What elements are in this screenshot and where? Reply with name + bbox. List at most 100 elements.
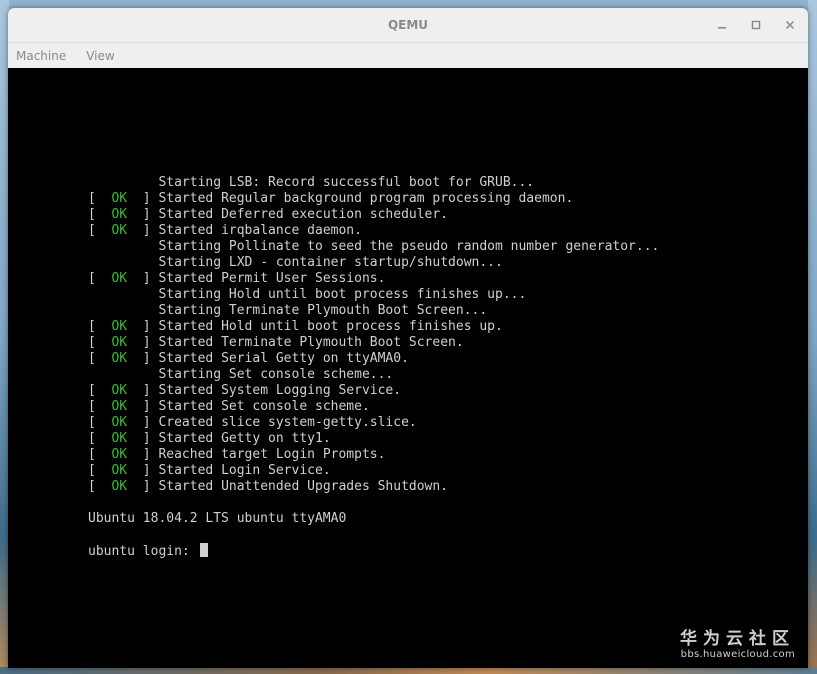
status-prefix	[88, 239, 158, 254]
status-prefix	[88, 367, 158, 382]
minimize-button[interactable]	[714, 17, 730, 33]
console-line: Starting Terminate Plymouth Boot Screen.…	[88, 303, 659, 319]
console-line: [ OK ] Started Regular background progra…	[88, 191, 659, 207]
status-ok: OK	[111, 223, 128, 238]
window-controls	[714, 8, 798, 42]
text-cursor[interactable]	[199, 543, 208, 557]
console-line-text: Starting LXD - container startup/shutdow…	[158, 255, 503, 270]
status-ok: OK	[111, 191, 128, 206]
status-prefix: [ OK ]	[88, 223, 159, 238]
close-button[interactable]	[782, 17, 798, 33]
status-prefix: [ OK ]	[88, 319, 159, 334]
console-line: [ OK ] Created slice system-getty.slice.	[88, 415, 659, 431]
console-line-text: Starting Pollinate to seed the pseudo ra…	[158, 239, 660, 254]
status-prefix: [ OK ]	[88, 191, 159, 206]
console-display[interactable]: Starting LSB: Record successful boot for…	[8, 68, 808, 668]
console-line: [ OK ] Started Deferred execution schedu…	[88, 207, 659, 223]
desktop-background-bottom	[0, 667, 817, 674]
console-line-text: Started Login Service.	[158, 463, 331, 478]
status-ok: OK	[111, 479, 128, 494]
status-prefix: [ OK ]	[88, 351, 159, 366]
maximize-icon	[751, 20, 761, 30]
watermark-brand: 华为云社区	[680, 629, 795, 649]
console-line: [ OK ] Started Hold until boot process f…	[88, 319, 659, 335]
console-line-text: Starting Set console scheme...	[158, 367, 394, 382]
console-line: [ OK ] Started Serial Getty on ttyAMA0.	[88, 351, 659, 367]
console-line: [ OK ] Started Unattended Upgrades Shutd…	[88, 479, 659, 495]
console-line: [ OK ] Started Terminate Plymouth Boot S…	[88, 335, 659, 351]
status-ok: OK	[111, 271, 128, 286]
console-line-text: Created slice system-getty.slice.	[158, 415, 417, 430]
status-ok: OK	[111, 335, 128, 350]
console-line-text: Started Deferred execution scheduler.	[158, 207, 449, 222]
status-prefix: [ OK ]	[88, 479, 159, 494]
console-line: Starting Pollinate to seed the pseudo ra…	[88, 239, 659, 255]
minimize-icon	[718, 27, 726, 29]
status-prefix	[88, 303, 158, 318]
login-prompt: ubuntu login:	[88, 544, 198, 559]
console-output: Starting LSB: Record successful boot for…	[88, 175, 659, 559]
qemu-window: QEMU Machine View Starting LSB: Record s…	[8, 8, 808, 668]
status-ok: OK	[111, 399, 128, 414]
console-line: Starting Set console scheme...	[88, 367, 659, 383]
window-titlebar[interactable]: QEMU	[8, 8, 808, 43]
console-line: [ OK ] Started irqbalance daemon.	[88, 223, 659, 239]
menubar: Machine View	[8, 43, 808, 69]
status-prefix: [ OK ]	[88, 271, 159, 286]
status-ok: OK	[111, 447, 128, 462]
os-banner: Ubuntu 18.04.2 LTS ubuntu ttyAMA0	[88, 511, 347, 526]
console-line-text: Started irqbalance daemon.	[158, 223, 362, 238]
status-prefix	[88, 255, 158, 270]
console-line-text: Started Serial Getty on ttyAMA0.	[158, 351, 409, 366]
status-prefix	[88, 175, 158, 190]
console-line: [ OK ] Started Set console scheme.	[88, 399, 659, 415]
console-line: Starting LSB: Record successful boot for…	[88, 175, 659, 191]
status-prefix: [ OK ]	[88, 415, 159, 430]
console-line-text: Started Getty on tty1.	[158, 431, 331, 446]
console-line: [ OK ] Reached target Login Prompts.	[88, 447, 659, 463]
status-ok: OK	[111, 415, 128, 430]
menu-machine[interactable]: Machine	[16, 49, 66, 63]
console-line-text: Started Terminate Plymouth Boot Screen.	[158, 335, 464, 350]
watermark-url: bbs.huaweicloud.com	[680, 649, 795, 660]
console-line-text: Started Permit User Sessions.	[158, 271, 386, 286]
console-line-text: Started Unattended Upgrades Shutdown.	[158, 479, 449, 494]
status-prefix: [ OK ]	[88, 431, 159, 446]
console-line-text: Started Set console scheme.	[158, 399, 370, 414]
status-ok: OK	[111, 319, 128, 334]
console-line-text: Starting Terminate Plymouth Boot Screen.…	[158, 303, 488, 318]
console-line-text: Starting Hold until boot process finishe…	[158, 287, 527, 302]
status-prefix: [ OK ]	[88, 463, 159, 478]
status-ok: OK	[111, 207, 128, 222]
status-prefix: [ OK ]	[88, 399, 159, 414]
status-ok: OK	[111, 383, 128, 398]
console-line-text: Reached target Login Prompts.	[158, 447, 386, 462]
console-line: [ OK ] Started Login Service.	[88, 463, 659, 479]
status-ok: OK	[111, 351, 128, 366]
status-prefix: [ OK ]	[88, 207, 159, 222]
console-line-text: Starting LSB: Record successful boot for…	[158, 175, 535, 190]
watermark: 华为云社区 bbs.huaweicloud.com	[680, 624, 795, 660]
status-prefix	[88, 287, 158, 302]
desktop-background-right	[808, 0, 817, 674]
status-ok: OK	[111, 463, 128, 478]
window-title: QEMU	[387, 18, 429, 32]
console-line-text: Started Regular background program proce…	[158, 191, 574, 206]
console-line: [ OK ] Started System Logging Service.	[88, 383, 659, 399]
console-line-text: Started System Logging Service.	[158, 383, 402, 398]
console-line: [ OK ] Started Permit User Sessions.	[88, 271, 659, 287]
console-line: Starting Hold until boot process finishe…	[88, 287, 659, 303]
status-ok: OK	[111, 431, 128, 446]
console-line: [ OK ] Started Getty on tty1.	[88, 431, 659, 447]
maximize-button[interactable]	[748, 17, 764, 33]
status-prefix: [ OK ]	[88, 383, 159, 398]
status-prefix: [ OK ]	[88, 447, 159, 462]
status-prefix: [ OK ]	[88, 335, 159, 350]
close-icon	[785, 20, 795, 30]
login-prompt-line[interactable]: ubuntu login:	[88, 543, 659, 559]
console-line-text: Started Hold until boot process finishes…	[158, 319, 503, 334]
menu-view[interactable]: View	[86, 49, 114, 63]
console-line: Starting LXD - container startup/shutdow…	[88, 255, 659, 271]
